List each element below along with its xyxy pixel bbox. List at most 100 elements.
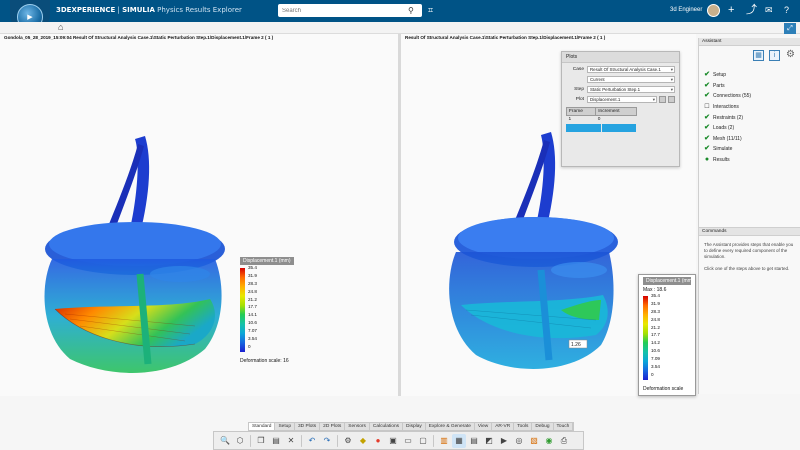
user-name[interactable]: 3d Engineer [670,7,702,13]
assistant-info-icon[interactable]: i [769,50,780,61]
undo-icon[interactable]: ↶ [305,434,319,448]
assistant-settings-icon[interactable]: ⚙ [785,50,796,61]
tab-display[interactable]: Display [403,423,426,430]
plot-icon[interactable]: ▥ [437,434,451,448]
copy-icon[interactable]: ❐ [254,434,268,448]
tab-setup[interactable]: Setup [275,423,296,430]
tab-ar-vr[interactable]: AR-VR [492,423,515,430]
tab-2d-plots[interactable]: 2D Plots [320,423,346,430]
left-legend[interactable]: Displacement.1 (mm) 35.4 31.9 28.3 24.8 21.2… [240,257,294,364]
layout-icon[interactable]: ▤ [467,434,481,448]
commands-title: Commands [699,227,800,236]
settings-icon[interactable]: ⚙ [341,434,355,448]
assistant-step[interactable]: ✔ Setup [703,70,800,81]
assistant-title: Assistant [699,38,800,46]
assistant-step-label: Parts [713,82,725,89]
tab-tools[interactable]: Tools [514,423,533,430]
animation-icon[interactable]: ▶ [497,434,511,448]
tab-debug[interactable]: Debug [532,423,554,430]
left-legend-value-label: 0 [248,343,251,349]
search-box[interactable]: ⚲ [278,4,422,17]
home-icon[interactable]: ⌂ [58,22,63,32]
table-row[interactable]: 1 0 [567,116,637,124]
left-gondola-model[interactable] [20,134,250,384]
assistant-step[interactable]: ✔ Connections (55) [703,91,800,102]
tab-calculations[interactable]: Calculations [370,423,404,430]
assistant-step-label: Simulate [713,146,733,153]
commands-section: Commands The Assistant provides steps th… [699,227,800,272]
case-label: Case [572,67,584,72]
check-icon: ✔ [704,92,710,100]
assistant-view-icon[interactable]: ▦ [753,50,764,61]
add-icon[interactable]: + [728,3,734,17]
right-legend[interactable]: Displacement.1 (mm) Max : 18.6 35.4 31.9 2… [638,274,696,396]
help-icon[interactable]: ? [784,3,789,17]
assistant-step[interactable]: ✔ Simulate [703,144,800,155]
share-icon[interactable]: ⤴ [746,3,757,17]
plot-select[interactable]: Displacement.1 [587,96,657,103]
plot-options-icon[interactable] [659,96,666,103]
right-gondola-model[interactable]: 1.26 [411,130,641,390]
tab-sensors[interactable]: Sensors [345,423,370,430]
tab-explore-generate[interactable]: Explore & Generate [426,423,475,430]
case-select[interactable]: Result Of Structural Analysis Case.1 [587,66,675,73]
chart-icon[interactable]: ▧ [527,434,541,448]
tab-view[interactable]: View [475,423,493,430]
display-icon[interactable]: ▣ [386,434,400,448]
paste-icon[interactable]: ▤ [269,434,283,448]
right-legend-labels: 35.4 31.9 28.3 24.8 21.2 17.7 14.2 10.6 7.09 3.54… [651,293,660,377]
assistant-step-label: Interactions [713,104,739,111]
assistant-step[interactable]: ✔ Restraints (2) [703,112,800,123]
expand-icon[interactable]: ⤢ [784,23,796,34]
plot-label: Plot [575,97,584,102]
sensor-icon[interactable]: ◎ [512,434,526,448]
plots-panel[interactable]: Plots Case Result Of Structural Analysis… [561,51,680,167]
frame-progress-bar[interactable] [566,124,637,132]
assistant-step[interactable]: ● Results [703,155,800,166]
report-icon[interactable]: ◉ [542,434,556,448]
commands-text: The Assistant provides steps that enable… [704,242,794,259]
assistant-step-label: Restraints (2) [713,114,744,121]
assistant-step[interactable]: ☐ Interactions [703,102,800,113]
communicate-icon[interactable]: ✉ [765,3,773,17]
zoom-icon[interactable]: 🔍 [218,434,232,448]
view-cube-icon[interactable]: ⬡ [233,434,247,448]
column-header-increment[interactable]: Increment [595,107,637,116]
left-deformation-scale: Deformation scale: 16 [240,358,289,364]
search-input[interactable] [282,7,408,14]
left-legend-value-label: 14.1 [248,312,257,318]
left-legend-value-label: 7.07 [248,328,257,334]
result-icon[interactable]: ● [371,434,385,448]
tab-touch[interactable]: Touch [554,423,574,430]
left-legend-title: Displacement.1 (mm) [240,257,294,265]
frame-mode-select[interactable]: Current [587,76,675,83]
step-select[interactable]: Static Perturbation Step.1 [587,86,675,93]
right-legend-value-label: 17.7 [651,332,660,338]
image-icon[interactable]: ◩ [482,434,496,448]
check-icon: ✔ [704,113,710,121]
tag-icon[interactable]: ⌗ [428,5,433,16]
assistant-steps: ✔ Setup ✔ Parts ✔ Connections (55) ☐ Interactio… [699,70,800,165]
left-viewport[interactable]: Gondola_05_28_2019_15:09:04 Result Of St… [0,34,398,396]
grid-icon[interactable]: ▦ [452,433,466,448]
assistant-step[interactable]: ✔ Parts [703,81,800,92]
action-bar-tabs: Standard Setup 3D Plots 2D Plots Sensors Calc… [248,422,575,431]
left-legend-value-label: 10.6 [248,320,257,326]
avatar[interactable] [707,4,720,17]
tab-3d-plots[interactable]: 3D Plots [295,423,321,430]
redo-icon[interactable]: ↷ [320,434,334,448]
left-legend-labels: 35.4 31.9 28.3 24.8 21.2 17.7 14.1 10.6 7.07 3.54… [248,265,257,349]
search-icon[interactable]: ⚲ [408,6,414,15]
mesh-icon[interactable]: ◆ [356,434,370,448]
plot-edit-icon[interactable] [668,96,675,103]
delete-icon[interactable]: ✕ [284,434,298,448]
commands-hint: Click one of the steps above to get star… [704,266,790,271]
assistant-step[interactable]: ✔ Mesh (11/11) [703,134,800,145]
capture-icon[interactable]: ▢ [416,434,430,448]
assistant-step[interactable]: ✔ Loads (2) [703,123,800,134]
export-icon[interactable]: ⎙ [557,434,571,448]
column-header-frame[interactable]: Frame [565,107,597,116]
product-name: SIMULIA [122,6,155,14]
monitor-icon[interactable]: ▭ [401,434,415,448]
tab-standard[interactable]: Standard [249,423,276,430]
